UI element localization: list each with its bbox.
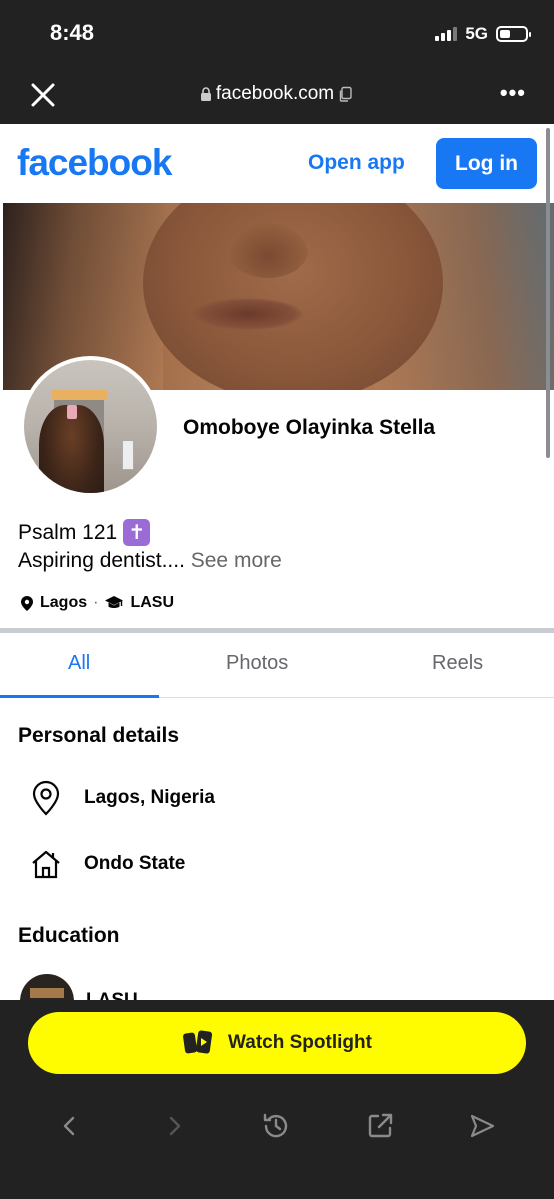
forward-icon[interactable] [156, 1108, 192, 1144]
location-pin-icon [21, 595, 33, 611]
personal-details-title: Personal details [18, 724, 180, 747]
graduation-cap-icon [105, 596, 124, 608]
signal-icon [435, 27, 458, 41]
history-icon[interactable] [258, 1108, 294, 1144]
spotlight-label: Watch Spotlight [228, 1032, 372, 1053]
web-page: facebook Open app Log in Omoboye Olayink… [0, 124, 554, 1000]
education-title: Education [18, 924, 120, 947]
active-tab-indicator [0, 695, 159, 698]
login-button[interactable]: Log in [436, 138, 537, 189]
latin-cross-emoji-icon: ✝ [123, 519, 151, 546]
back-icon[interactable] [52, 1108, 88, 1144]
profile-meta: Lagos · LASU [20, 594, 174, 612]
more-options-icon[interactable]: ••• [500, 80, 526, 106]
url-text: facebook.com [215, 83, 335, 104]
copy-icon[interactable] [338, 86, 354, 102]
home-icon [32, 850, 60, 879]
url-bar[interactable]: facebook.com [0, 83, 554, 105]
bio-text-1: Psalm 121 [18, 520, 118, 544]
status-bar: 8:48 5G [0, 0, 554, 70]
profile-name: Omoboye Olayinka Stella [183, 416, 436, 439]
profile-picture[interactable] [20, 356, 161, 497]
meta-location: Lagos [40, 594, 88, 611]
status-time: 8:48 [50, 20, 95, 45]
see-more-link[interactable]: See more [191, 549, 282, 572]
lock-icon [200, 87, 211, 101]
scrollbar[interactable] [546, 128, 550, 458]
education-school[interactable]: LASU [86, 990, 138, 1000]
send-icon[interactable] [464, 1108, 500, 1144]
meta-school: LASU [130, 594, 175, 611]
tab-reels[interactable]: Reels [432, 652, 483, 675]
avatar [24, 360, 157, 493]
detail-current-city: Lagos, Nigeria [30, 780, 215, 816]
open-app-link[interactable]: Open app [308, 151, 405, 175]
bio-line-2: Aspiring dentist.... See more [18, 549, 282, 573]
facebook-logo[interactable]: facebook [17, 142, 172, 184]
fb-header: facebook Open app Log in [0, 124, 554, 203]
network-label: 5G [465, 24, 488, 43]
open-external-icon[interactable] [362, 1108, 398, 1144]
battery-icon [496, 26, 531, 42]
detail-hometown: Ondo State [30, 848, 185, 880]
bottom-toolbar: Watch Spotlight [0, 1000, 554, 1199]
watch-spotlight-button[interactable]: Watch Spotlight [28, 1012, 526, 1074]
detail-label: Lagos, Nigeria [84, 787, 215, 808]
location-pin-icon [32, 780, 60, 816]
spotlight-icon [183, 1030, 213, 1054]
bio-text-2: Aspiring dentist.... [18, 549, 191, 572]
tab-all[interactable]: All [68, 652, 90, 675]
detail-label: Ondo State [84, 853, 186, 874]
school-logo [20, 974, 74, 1000]
tab-photos[interactable]: Photos [226, 652, 288, 675]
profile-tabs: All Photos Reels [0, 633, 554, 698]
status-right: 5G [435, 24, 531, 44]
bio-line-1: Psalm 121 ✝ [18, 519, 151, 546]
browser-bar: facebook.com ••• [0, 70, 554, 124]
